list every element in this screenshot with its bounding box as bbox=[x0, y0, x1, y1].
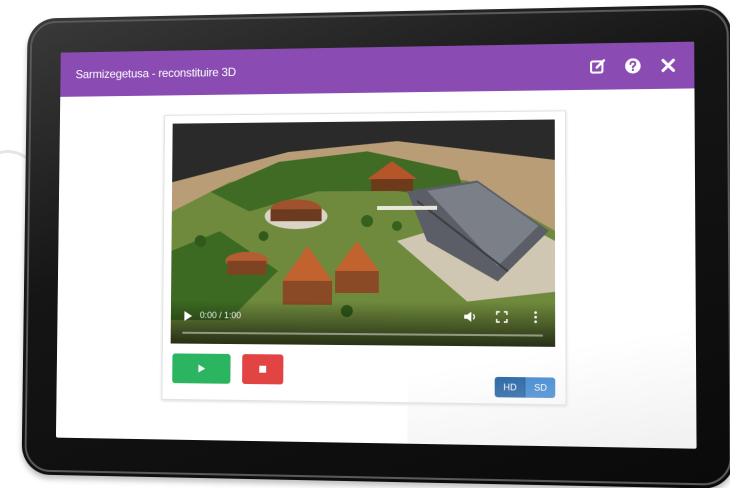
stop-button[interactable] bbox=[242, 354, 284, 385]
video-controls: 0:00 / 1:00 bbox=[170, 300, 556, 347]
help-icon[interactable] bbox=[624, 57, 643, 76]
tablet-screen: Sarmizegetusa - reconstituire 3D 0:00 / … bbox=[55, 41, 697, 449]
app-header: Sarmizegetusa - reconstituire 3D bbox=[60, 41, 695, 97]
header-actions bbox=[588, 56, 677, 76]
scene: Sarmizegetusa - reconstituire 3D 0:00 / … bbox=[0, 0, 730, 488]
time-display: 0:00 / 1:00 bbox=[199, 310, 242, 321]
quality-sd-button[interactable]: SD bbox=[524, 377, 556, 399]
more-options-icon[interactable] bbox=[533, 310, 539, 324]
stop-icon bbox=[259, 365, 267, 373]
video-player-card: 0:00 / 1:00 HD SD bbox=[161, 110, 567, 406]
play-button[interactable] bbox=[172, 353, 231, 384]
edit-icon[interactable] bbox=[588, 57, 607, 75]
progress-bar[interactable] bbox=[182, 331, 543, 337]
video-player[interactable]: 0:00 / 1:00 bbox=[170, 119, 556, 347]
page-title: Sarmizegetusa - reconstituire 3D bbox=[75, 65, 237, 82]
quality-hd-button[interactable]: HD bbox=[495, 376, 525, 398]
fullscreen-icon[interactable] bbox=[496, 311, 508, 323]
volume-icon[interactable] bbox=[463, 310, 477, 324]
close-icon[interactable] bbox=[659, 56, 678, 75]
play-icon[interactable] bbox=[182, 310, 194, 322]
tablet-device: Sarmizegetusa - reconstituire 3D 0:00 / … bbox=[21, 4, 730, 488]
play-icon bbox=[198, 364, 206, 373]
quality-selector: HD SD bbox=[495, 376, 556, 399]
